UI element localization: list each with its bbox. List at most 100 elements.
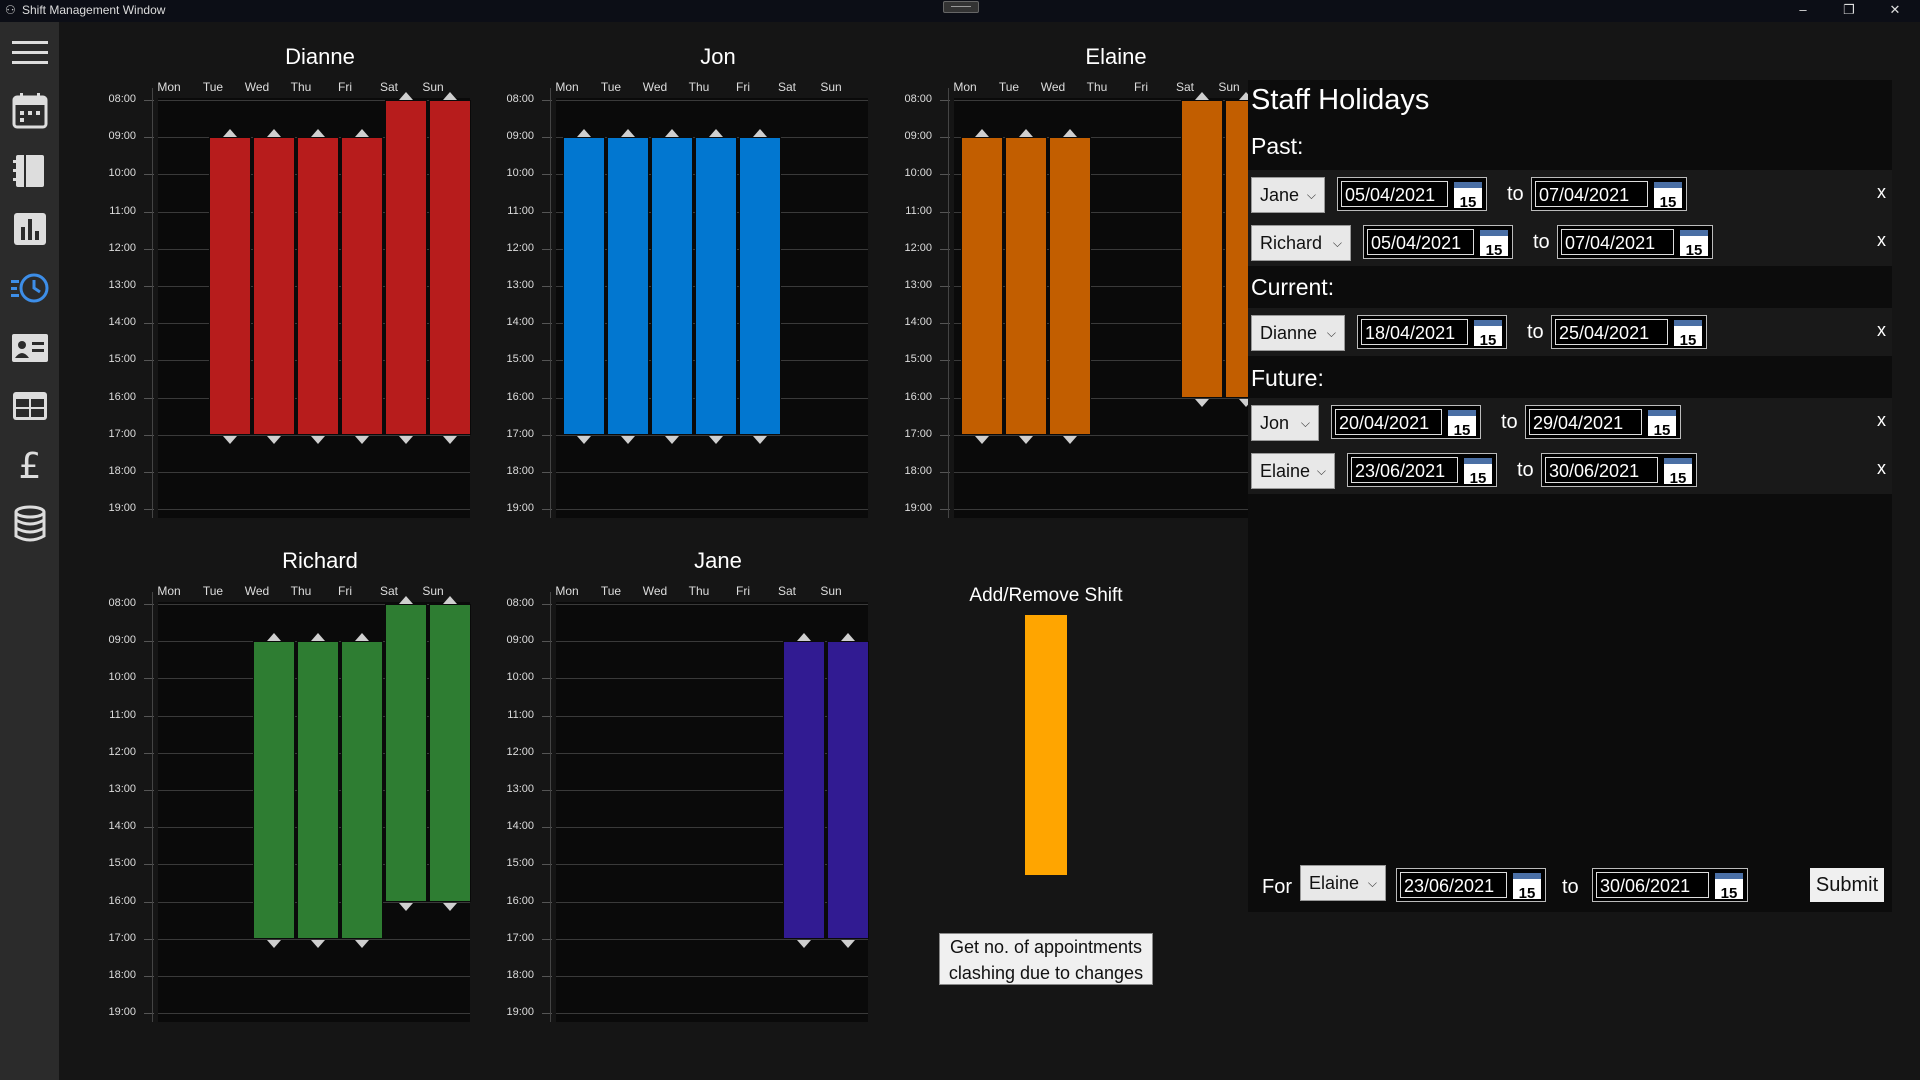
shift-end-handle[interactable] xyxy=(709,435,723,444)
shift-end-handle[interactable] xyxy=(753,435,767,444)
table-nav[interactable] xyxy=(9,385,51,427)
shift-end-handle[interactable] xyxy=(577,435,591,444)
holiday-start-date[interactable]: 18/04/2021 15 xyxy=(1357,315,1507,349)
holiday-start-date[interactable]: 05/04/2021 15 xyxy=(1337,177,1487,211)
shift-bar-sat[interactable] xyxy=(385,100,427,435)
holiday-staff-dropdown[interactable]: Dianne ⌵ xyxy=(1251,315,1345,351)
remove-holiday-button[interactable]: x xyxy=(1877,458,1886,479)
calendar-nav[interactable] xyxy=(9,90,51,132)
shift-end-handle[interactable] xyxy=(665,435,679,444)
shift-bar-fri[interactable] xyxy=(739,137,781,435)
shift-end-handle[interactable] xyxy=(399,902,413,911)
shift-start-handle[interactable] xyxy=(399,92,413,100)
shift-end-handle[interactable] xyxy=(797,939,811,948)
holiday-start-date[interactable]: 05/04/2021 15 xyxy=(1363,225,1513,259)
shift-end-handle[interactable] xyxy=(355,435,369,444)
shifts-nav[interactable] xyxy=(9,267,51,309)
calendar-icon[interactable]: 15 xyxy=(1680,230,1708,259)
shift-bar-fri[interactable] xyxy=(341,641,383,939)
restore-button[interactable]: ❐ xyxy=(1826,0,1872,22)
calendar-icon[interactable]: 15 xyxy=(1664,458,1692,487)
database-nav[interactable] xyxy=(9,503,51,545)
shift-start-handle[interactable] xyxy=(355,129,369,138)
submit-button[interactable]: Submit xyxy=(1810,868,1884,902)
shift-end-handle[interactable] xyxy=(975,435,989,444)
shift-start-handle[interactable] xyxy=(267,129,281,138)
get-clashing-appointments-button[interactable]: Get no. of appointments clashing due to … xyxy=(939,933,1153,985)
shift-end-handle[interactable] xyxy=(1019,435,1033,444)
holiday-staff-dropdown[interactable]: Jon ⌵ xyxy=(1251,405,1319,441)
remove-holiday-button[interactable]: x xyxy=(1877,410,1886,431)
finance-nav[interactable]: £ xyxy=(9,444,51,486)
calendar-icon[interactable]: 15 xyxy=(1513,873,1541,902)
shift-bar-wed[interactable] xyxy=(1049,137,1091,435)
shift-bar-mon[interactable] xyxy=(961,137,1003,435)
add-remove-shift-bar[interactable] xyxy=(1025,615,1067,875)
drag-grip[interactable] xyxy=(943,1,979,13)
shift-end-handle[interactable] xyxy=(443,902,457,911)
shift-bar-tue[interactable] xyxy=(209,137,251,435)
calendar-icon[interactable]: 15 xyxy=(1474,320,1502,349)
remove-holiday-button[interactable]: x xyxy=(1877,320,1886,341)
contacts-nav[interactable] xyxy=(9,327,51,369)
shift-start-handle[interactable] xyxy=(1063,129,1077,138)
shift-end-handle[interactable] xyxy=(841,939,855,948)
calendar-icon[interactable]: 15 xyxy=(1454,182,1482,211)
shift-start-handle[interactable] xyxy=(443,596,457,604)
shift-start-handle[interactable] xyxy=(797,633,811,642)
shift-start-handle[interactable] xyxy=(841,633,855,642)
shift-start-handle[interactable] xyxy=(1195,92,1209,100)
holiday-end-date[interactable]: 07/04/2021 15 xyxy=(1557,225,1713,259)
holiday-staff-dropdown[interactable]: Elaine ⌵ xyxy=(1251,453,1335,489)
calendar-icon[interactable]: 15 xyxy=(1464,458,1492,487)
shift-end-handle[interactable] xyxy=(1195,398,1209,407)
shift-bar-sat[interactable] xyxy=(1181,100,1223,398)
shift-end-handle[interactable] xyxy=(399,435,413,444)
holiday-staff-dropdown[interactable]: Richard ⌵ xyxy=(1251,225,1351,261)
holiday-end-date[interactable]: 30/06/2021 15 xyxy=(1541,453,1697,487)
shift-bar-sun[interactable] xyxy=(429,100,471,435)
notebook-nav[interactable] xyxy=(9,150,51,192)
shift-start-handle[interactable] xyxy=(577,129,591,138)
shift-start-handle[interactable] xyxy=(223,129,237,138)
shift-bar-thu[interactable] xyxy=(297,137,339,435)
shift-start-handle[interactable] xyxy=(311,633,325,642)
shift-bar-wed[interactable] xyxy=(253,641,295,939)
holiday-start-date[interactable]: 20/04/2021 15 xyxy=(1331,405,1481,439)
shift-start-handle[interactable] xyxy=(443,92,457,100)
calendar-icon[interactable]: 15 xyxy=(1448,410,1476,439)
calendar-icon[interactable]: 15 xyxy=(1715,873,1743,902)
calendar-icon[interactable]: 15 xyxy=(1674,320,1702,349)
shift-start-handle[interactable] xyxy=(975,129,989,138)
shift-bar-tue[interactable] xyxy=(607,137,649,435)
shift-start-handle[interactable] xyxy=(665,129,679,138)
holiday-start-date[interactable]: 23/06/2021 15 xyxy=(1347,453,1497,487)
shift-end-handle[interactable] xyxy=(311,939,325,948)
remove-holiday-button[interactable]: x xyxy=(1877,182,1886,203)
shift-end-handle[interactable] xyxy=(223,435,237,444)
minimize-button[interactable]: – xyxy=(1780,0,1826,22)
shift-end-handle[interactable] xyxy=(355,939,369,948)
menu-button[interactable] xyxy=(9,32,51,74)
shift-end-handle[interactable] xyxy=(267,435,281,444)
calendar-icon[interactable]: 15 xyxy=(1654,182,1682,211)
close-button[interactable]: ✕ xyxy=(1872,0,1918,22)
shift-bar-wed[interactable] xyxy=(253,137,295,435)
shift-bar-wed[interactable] xyxy=(651,137,693,435)
holiday-end-date[interactable]: 07/04/2021 15 xyxy=(1531,177,1687,211)
holiday-end-date[interactable]: 25/04/2021 15 xyxy=(1551,315,1707,349)
new-holiday-end-date[interactable]: 30/06/2021 15 xyxy=(1592,868,1748,902)
holiday-end-date[interactable]: 29/04/2021 15 xyxy=(1525,405,1681,439)
calendar-icon[interactable]: 15 xyxy=(1480,230,1508,259)
shift-start-handle[interactable] xyxy=(753,129,767,138)
new-holiday-staff-dropdown[interactable]: Elaine ⌵ xyxy=(1300,865,1386,901)
shift-bar-sun[interactable] xyxy=(827,641,869,939)
remove-holiday-button[interactable]: x xyxy=(1877,230,1886,251)
shift-start-handle[interactable] xyxy=(1019,129,1033,138)
shift-start-handle[interactable] xyxy=(621,129,635,138)
shift-bar-thu[interactable] xyxy=(297,641,339,939)
shift-bar-thu[interactable] xyxy=(695,137,737,435)
shift-end-handle[interactable] xyxy=(1063,435,1077,444)
shift-bar-fri[interactable] xyxy=(341,137,383,435)
shift-start-handle[interactable] xyxy=(399,596,413,604)
